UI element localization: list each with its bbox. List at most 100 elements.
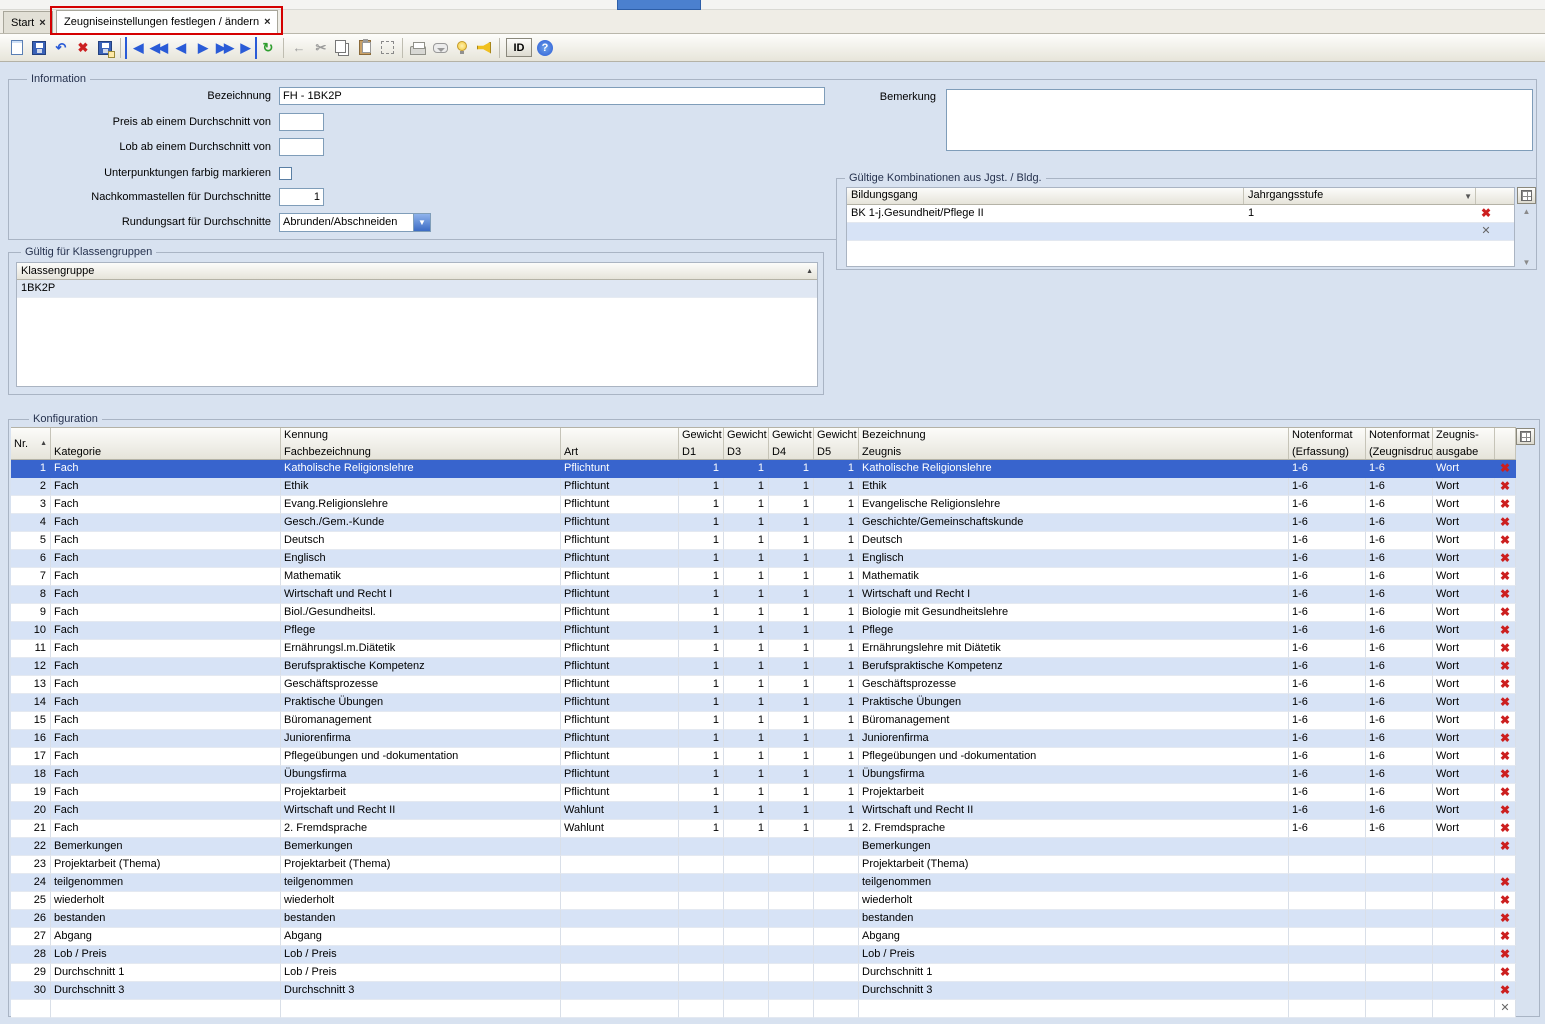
delete-row-icon[interactable]: ✖ [1500, 803, 1510, 817]
table-row[interactable]: 3 Fach Evang.Religionslehre Pflichtunt 1… [11, 496, 1516, 514]
delete-row-icon[interactable]: ✖ [1500, 821, 1510, 835]
column-header-klassengruppe[interactable]: Klassengruppe ▲ [17, 263, 817, 280]
table-row[interactable]: 28 Lob / Preis Lob / Preis Lob / Preis ✖ [11, 946, 1516, 964]
id-button[interactable]: ID [506, 38, 532, 57]
table-row[interactable]: 24 teilgenommen teilgenommen teilgenomme… [11, 874, 1516, 892]
delete-row-icon[interactable]: ✖ [1500, 893, 1510, 907]
save-settings-icon[interactable] [94, 37, 116, 59]
unterpunktungen-checkbox[interactable] [279, 167, 292, 180]
delete-row-icon[interactable]: ✖ [1500, 965, 1510, 979]
new-document-icon[interactable] [6, 37, 28, 59]
table-row[interactable]: 9 Fach Biol./Gesundheitsl. Pflichtunt 1 … [11, 604, 1516, 622]
table-row[interactable]: 1 Fach Katholische Religionslehre Pflich… [11, 460, 1516, 478]
delete-row-icon[interactable]: ✖ [1500, 569, 1510, 583]
column-header-zeugnisausgabe[interactable]: Zeugnis-ausgabe [1433, 428, 1495, 459]
notification-horn-icon[interactable] [473, 37, 495, 59]
delete-row-icon[interactable]: ✖ [1500, 911, 1510, 925]
empty-row[interactable]: ✕ [11, 1000, 1516, 1018]
previous-record-icon[interactable]: ◀ [169, 37, 191, 59]
delete-row-icon[interactable]: ✖ [1500, 479, 1510, 493]
column-header-kategorie[interactable]: Kategorie [51, 428, 281, 459]
delete-row-icon[interactable]: ✖ [1500, 731, 1510, 745]
bemerkung-textarea[interactable] [946, 89, 1533, 151]
undo-icon[interactable]: ↶ [50, 37, 72, 59]
help-icon[interactable]: ? [534, 37, 556, 59]
table-row[interactable]: 18 Fach Übungsfirma Pflichtunt 1 1 1 1 Ü… [11, 766, 1516, 784]
table-row[interactable]: 23 Projektarbeit (Thema) Projektarbeit (… [11, 856, 1516, 874]
column-header-art[interactable]: Art [561, 428, 679, 459]
table-row[interactable]: 4 Fach Gesch./Gem.-Kunde Pflichtunt 1 1 … [11, 514, 1516, 532]
delete-row-icon[interactable]: ✖ [1500, 497, 1510, 511]
first-record-icon[interactable]: ◀ [125, 37, 147, 59]
column-header-notenformat-zeugnisdruck[interactable]: Notenformat(Zeugnisdruck) [1366, 428, 1433, 459]
delete-row-icon[interactable]: ✖ [1500, 767, 1510, 781]
clear-row-icon[interactable]: ✕ [1481, 225, 1490, 237]
select-region-icon[interactable] [376, 37, 398, 59]
lob-input[interactable] [279, 138, 324, 156]
cut-icon[interactable]: ✂ [310, 37, 332, 59]
tab-close-icon[interactable]: × [264, 16, 270, 28]
table-row[interactable]: 19 Fach Projektarbeit Pflichtunt 1 1 1 1… [11, 784, 1516, 802]
save-icon[interactable] [28, 37, 50, 59]
tab-start[interactable]: Start × [3, 11, 53, 33]
delete-row-icon[interactable]: ✖ [1500, 641, 1510, 655]
clear-row-icon[interactable]: ✕ [1500, 1002, 1509, 1014]
dropdown-arrow-icon[interactable]: ▼ [413, 214, 430, 231]
next-record-icon[interactable]: ▶ [191, 37, 213, 59]
copy-icon[interactable] [332, 37, 354, 59]
delete-row-icon[interactable]: ✖ [1500, 713, 1510, 727]
delete-row-icon[interactable]: ✖ [1500, 875, 1510, 889]
klassengruppe-row[interactable]: 1BK2P [17, 280, 817, 298]
delete-row-icon[interactable]: ✖ [1500, 605, 1510, 619]
column-header-gewicht-d1[interactable]: GewichtD1 [679, 428, 724, 459]
delete-row-icon[interactable]: ✖ [1500, 533, 1510, 547]
table-row[interactable]: 10 Fach Pflege Pflichtunt 1 1 1 1 Pflege… [11, 622, 1516, 640]
table-row[interactable]: 13 Fach Geschäftsprozesse Pflichtunt 1 1… [11, 676, 1516, 694]
paste-icon[interactable] [354, 37, 376, 59]
table-row[interactable]: 21 Fach 2. Fremdsprache Wahlunt 1 1 1 1 … [11, 820, 1516, 838]
table-row[interactable]: 29 Durchschnitt 1 Lob / Preis Durchschni… [11, 964, 1516, 982]
delete-row-icon[interactable]: ✖ [1500, 695, 1510, 709]
delete-row-icon[interactable]: ✖ [1500, 677, 1510, 691]
delete-row-icon[interactable]: ✖ [1500, 515, 1510, 529]
delete-row-icon[interactable]: ✖ [1500, 839, 1510, 853]
rundungsart-dropdown[interactable]: Abrunden/Abschneiden ▼ [279, 213, 431, 232]
column-header-jahrgangsstufe[interactable]: Jahrgangsstufe▼ [1244, 188, 1476, 204]
column-chooser-button[interactable] [1516, 428, 1535, 445]
column-header-notenformat-erfassung[interactable]: Notenformat(Erfassung) [1289, 428, 1366, 459]
comment-icon[interactable] [429, 37, 451, 59]
delete-row-icon[interactable]: ✖ [1500, 785, 1510, 799]
table-row[interactable]: 26 bestanden bestanden bestanden ✖ [11, 910, 1516, 928]
delete-row-icon[interactable]: ✖ [1481, 206, 1491, 220]
table-row[interactable]: 8 Fach Wirtschaft und Recht I Pflichtunt… [11, 586, 1516, 604]
preis-input[interactable] [279, 113, 324, 131]
print-icon[interactable] [407, 37, 429, 59]
column-header-bezeichnung[interactable]: BezeichnungZeugnis [859, 428, 1289, 459]
delete-icon[interactable]: ✖ [72, 37, 94, 59]
table-row[interactable]: 30 Durchschnitt 3 Durchschnitt 3 Durchsc… [11, 982, 1516, 1000]
fast-previous-icon[interactable]: ◀◀ [147, 37, 169, 59]
table-row[interactable]: 2 Fach Ethik Pflichtunt 1 1 1 1 Ethik 1-… [11, 478, 1516, 496]
delete-row-icon[interactable]: ✖ [1500, 929, 1510, 943]
table-row[interactable]: 11 Fach Ernährungsl.m.Diätetik Pflichtun… [11, 640, 1516, 658]
scroll-down-icon[interactable]: ▼ [1517, 257, 1536, 269]
delete-row-icon[interactable]: ✖ [1500, 623, 1510, 637]
table-row[interactable]: 16 Fach Juniorenfirma Pflichtunt 1 1 1 1… [11, 730, 1516, 748]
nachkommastellen-input[interactable] [279, 188, 324, 206]
column-header-gewicht-d4[interactable]: GewichtD4 [769, 428, 814, 459]
column-header-nr[interactable]: Nr.▲ [11, 428, 51, 459]
table-row[interactable]: 12 Fach Berufspraktische Kompetenz Pflic… [11, 658, 1516, 676]
table-row[interactable]: 17 Fach Pflegeübungen und -dokumentation… [11, 748, 1516, 766]
delete-row-icon[interactable]: ✖ [1500, 461, 1510, 475]
last-record-icon[interactable]: ▶ [235, 37, 257, 59]
table-row[interactable]: 15 Fach Büromanagement Pflichtunt 1 1 1 … [11, 712, 1516, 730]
column-header-bildungsgang[interactable]: Bildungsgang [847, 188, 1244, 204]
delete-row-icon[interactable]: ✖ [1500, 947, 1510, 961]
tab-zeugniseinstellungen[interactable]: Zeugniseinstellungen festlegen / ändern … [56, 10, 278, 33]
column-chooser-button[interactable] [1517, 187, 1536, 204]
kombination-row[interactable]: BK 1-j.Gesundheit/Pflege II 1 ✖ [847, 205, 1514, 223]
empty-row[interactable]: ✕ [847, 223, 1514, 241]
table-row[interactable]: 14 Fach Praktische Übungen Pflichtunt 1 … [11, 694, 1516, 712]
column-header-kennung[interactable]: KennungFachbezeichnung [281, 428, 561, 459]
tab-close-icon[interactable]: × [39, 17, 45, 29]
